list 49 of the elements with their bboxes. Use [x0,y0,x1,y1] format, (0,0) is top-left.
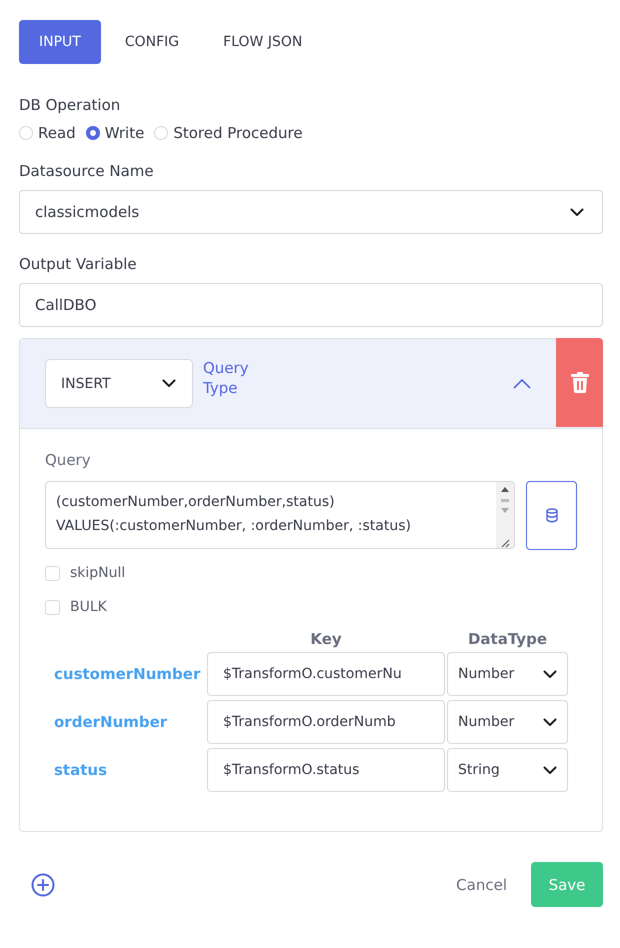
datatype-dropdown[interactable]: String [447,748,568,792]
radio-label: Stored Procedure [173,124,303,142]
database-icon [546,508,558,523]
key-field[interactable]: $TransformO.customerNu [207,652,445,696]
chevron-down-icon [543,670,557,678]
tab[interactable]: CONFIG [104,20,200,64]
plus-circle-icon [31,872,55,896]
output-variable-field[interactable]: CallDBO [19,283,603,327]
checkbox-option[interactable]: BULK [45,596,107,618]
radio-option[interactable]: Stored Procedure [154,124,307,142]
column-header: DataType [466,630,548,648]
datatype-dropdown[interactable]: Number [447,652,568,696]
key-field[interactable]: $TransformO.status [207,748,445,792]
radio-option[interactable]: Read [19,124,80,142]
resize-handle-icon[interactable] [500,538,510,548]
cancel-button[interactable]: Cancel [450,874,513,894]
query-text-area[interactable]: (customerNumber,orderNumber,status) VALUES(:customerNumber, :orderNumber, :status) [45,481,515,549]
tab[interactable]: INPUT [19,20,101,64]
checkbox-label: BULK [70,599,107,615]
field-label: Query [45,451,92,469]
scrollbar[interactable] [496,482,514,548]
chevron-up-icon [513,378,531,389]
database-button[interactable] [526,481,577,550]
chevron-down-icon [570,208,584,216]
field-label: Output Variable [19,255,138,273]
field-label: Datasource Name [19,162,155,180]
key-field[interactable]: $TransformO.orderNumb [207,700,445,744]
collapse-button[interactable] [513,378,531,389]
radio-label: Write [104,124,144,142]
tab[interactable]: FLOW JSON [203,20,322,64]
field-label: DB Operation [19,96,122,114]
checkbox-option[interactable]: skipNull [45,562,126,584]
datasource-dropdown[interactable]: classicmodels [19,190,603,234]
trash-icon [570,372,588,393]
radio-label: Read [38,124,76,142]
radio-option[interactable]: Write [86,124,148,142]
parameter-name: customerNumber [53,665,202,683]
datatype-dropdown[interactable]: Number [447,700,568,744]
query-type-dropdown[interactable]: INSERT [45,359,193,408]
chevron-down-icon [543,766,557,774]
query-type-label: Query Type [203,358,250,398]
delete-button[interactable] [556,338,603,427]
parameter-name: orderNumber [53,713,168,731]
checkbox-label: skipNull [70,565,126,581]
chevron-down-icon [162,379,176,388]
chevron-down-icon [543,718,557,726]
column-header: Key [309,630,343,648]
add-button[interactable] [31,872,55,896]
parameter-name: status [53,761,108,779]
